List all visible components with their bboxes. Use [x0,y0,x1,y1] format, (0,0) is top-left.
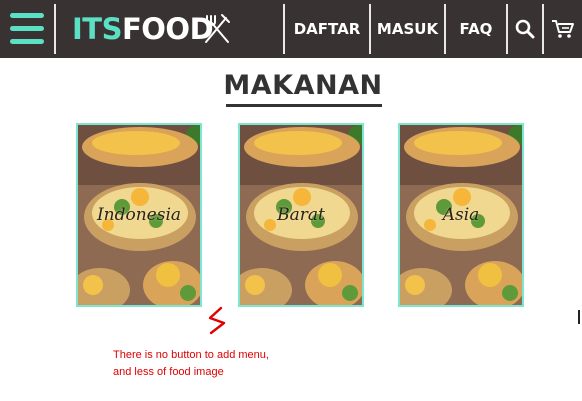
annotation-mark [208,306,226,335]
fork-knife-icon [205,14,230,43]
logo-food: FOOD [121,12,214,46]
page-title: MAKANAN [223,70,383,101]
search-icon [515,19,535,39]
nav-masuk-link[interactable]: MASUK [371,4,444,54]
food-card-indonesia[interactable]: Indonesia [76,123,202,307]
food-card-asia[interactable]: Asia [398,123,524,307]
card-label: Asia [442,205,480,225]
annotation-text: There is no button to add menu, and less… [113,347,313,381]
nav-divider [54,4,56,54]
logo[interactable]: ITS FOOD [72,12,214,46]
nav-faq-link[interactable]: FAQ [446,4,506,54]
hamburger-icon[interactable] [2,4,52,54]
cart-icon [552,20,574,38]
card-label: Barat [277,205,325,225]
food-card-barat[interactable]: Barat [238,123,364,307]
logo-its: ITS [72,12,122,46]
navbar: ITS FOOD DAFTAR MASUK FAQ [0,0,582,58]
title-underline [226,104,382,107]
text-cursor [578,310,580,324]
card-label: Indonesia [96,205,182,225]
cart-button[interactable] [544,4,582,54]
search-button[interactable] [508,4,542,54]
nav-daftar-link[interactable]: DAFTAR [285,4,369,54]
annotation-line: and less of food image [113,366,224,378]
annotation-line: There is no button to add menu, [113,349,269,361]
